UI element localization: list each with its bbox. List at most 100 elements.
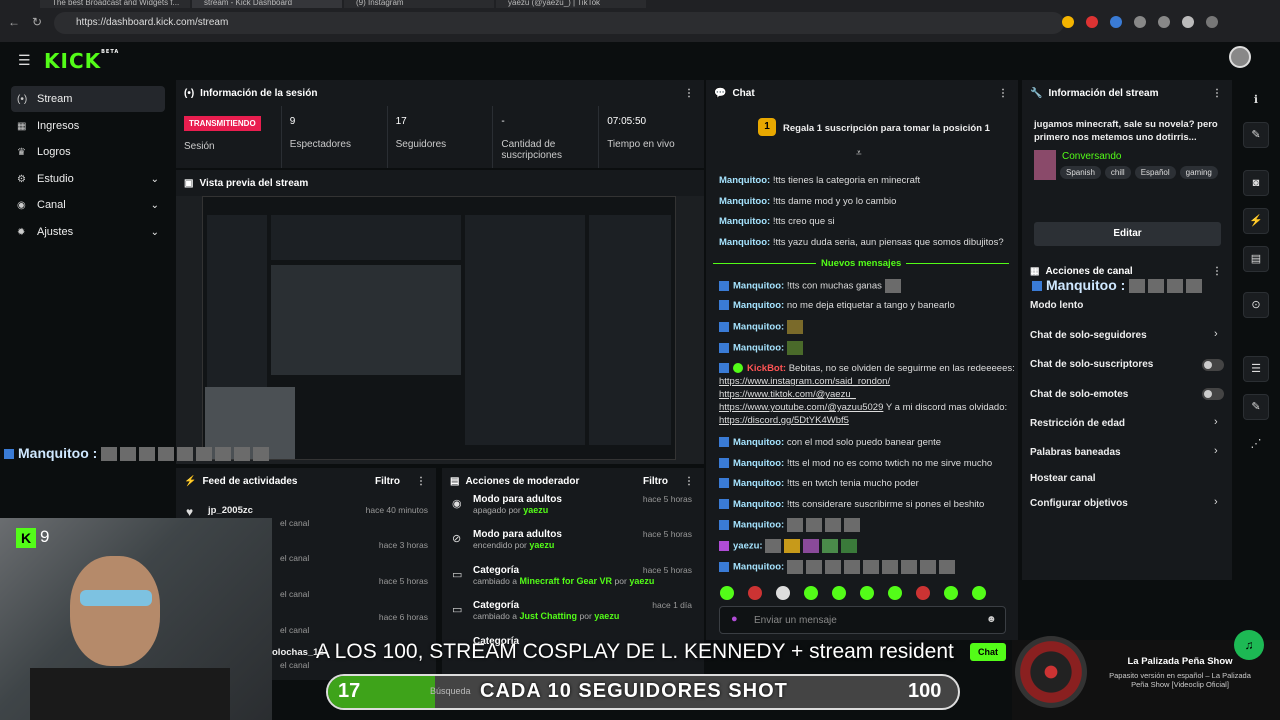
emoji-icon[interactable]: ☻ — [986, 614, 997, 625]
chat-username[interactable]: Manquitoo: — [719, 237, 770, 248]
chat-username[interactable]: Manquitoo: — [733, 437, 784, 448]
emote-picker-icon[interactable] — [944, 586, 958, 600]
chat-username[interactable]: Manquitoo: — [733, 458, 784, 469]
mod-action-user[interactable]: yaezu — [629, 576, 654, 586]
send-chat-button[interactable]: Chat — [970, 643, 1006, 661]
chevron-right-icon[interactable]: › — [1214, 328, 1218, 340]
sidebar-item-canal[interactable]: ◉ Canal ⌄ — [11, 192, 165, 218]
chat-link[interactable]: https://discord.gg/5DtYK4Wbf5 — [719, 415, 849, 426]
extension-icon[interactable] — [1062, 16, 1074, 28]
action-age-restriction[interactable]: Restricción de edad — [1030, 418, 1125, 429]
adblock-icon[interactable] — [1086, 16, 1098, 28]
mod-action-user[interactable]: yaezu — [594, 611, 619, 621]
emote-picker-icon[interactable] — [748, 586, 762, 600]
sidebar-item-estudio[interactable]: ⚙ Estudio ⌄ — [11, 166, 165, 192]
info-icon[interactable]: ℹ — [1243, 88, 1269, 114]
more-icon[interactable]: ⋮ — [684, 476, 694, 487]
chat-username[interactable]: Manquitoo: — [719, 216, 770, 227]
profile-icon[interactable] — [1182, 16, 1194, 28]
wrench-icon[interactable]: ✎ — [1243, 394, 1269, 420]
lightning-icon[interactable]: ⚡ — [1243, 208, 1269, 234]
more-icon[interactable]: ⋮ — [1212, 266, 1222, 277]
user-avatar[interactable] — [1229, 46, 1251, 68]
action-emotes-only[interactable]: Chat de solo-emotes — [1030, 389, 1128, 400]
emote-picker-icon[interactable] — [776, 586, 790, 600]
hamburger-icon[interactable]: ☰ — [18, 52, 31, 69]
camera-icon[interactable]: ◙ — [1243, 170, 1269, 196]
reload-icon[interactable]: ↻ — [32, 15, 42, 29]
gift-sub-banner[interactable]: Regala 1 suscripción para tomar la posic… — [783, 123, 990, 134]
emote-picker-icon[interactable] — [888, 586, 902, 600]
scroll-down-icon[interactable]: ⩡ — [856, 148, 862, 159]
mod-action-user[interactable]: yaezu — [523, 505, 548, 515]
category-name[interactable]: Conversando — [1062, 151, 1121, 162]
chat-link[interactable]: https://www.youtube.com/@yazuu5029 — [719, 402, 883, 413]
mod-action-value[interactable]: Just Chatting — [519, 611, 577, 621]
browser-tab-active[interactable]: stream - Kick Dashboard — [192, 0, 342, 8]
emote-picker-icon[interactable] — [860, 586, 874, 600]
chat-username[interactable]: Manquitoo: — [733, 478, 784, 489]
chat-username-bot[interactable]: KickBot: — [747, 363, 786, 374]
action-banned-words[interactable]: Palabras baneadas — [1030, 447, 1121, 458]
chevron-right-icon[interactable]: › — [1214, 416, 1218, 428]
extension-icon[interactable] — [1134, 16, 1146, 28]
chat-username[interactable]: Manquitoo: — [719, 175, 770, 186]
emote-picker-icon[interactable] — [832, 586, 846, 600]
emote-picker-icon[interactable] — [972, 586, 986, 600]
stream-preview[interactable] — [176, 196, 704, 464]
chat-username[interactable]: yaezu: — [733, 541, 763, 552]
chat-username[interactable]: Manquitoo: — [719, 196, 770, 207]
chat-input[interactable]: Enviar un mensaje — [719, 606, 1006, 634]
emotes-only-toggle[interactable] — [1202, 388, 1224, 400]
more-icon[interactable]: ⋮ — [684, 88, 694, 99]
chat-link[interactable]: https://www.instagram.com/said_rondon/ — [719, 376, 890, 387]
browser-tab[interactable]: The best Broadcast and Widgets f... — [40, 0, 190, 8]
edit-stream-button[interactable]: Editar — [1034, 222, 1221, 246]
broadcast-icon[interactable]: ⊙ — [1243, 292, 1269, 318]
action-subscribers-only[interactable]: Chat de solo-suscriptores — [1030, 359, 1153, 370]
pencil-icon[interactable]: ✎ — [1243, 122, 1269, 148]
emote-picker-icon[interactable] — [804, 586, 818, 600]
chat-username[interactable]: Manquitoo: — [733, 322, 784, 333]
feed-filter-button[interactable]: Filtro — [375, 476, 400, 487]
action-host-channel[interactable]: Hostear canal — [1030, 473, 1096, 484]
chat-username[interactable]: Manquitoo: — [733, 300, 784, 311]
subscribers-only-toggle[interactable] — [1202, 359, 1224, 371]
sidebar-item-stream[interactable]: (•) Stream — [11, 86, 165, 112]
kick-logo[interactable]: KICKBETA — [44, 49, 119, 73]
share-icon[interactable]: ⋰ — [1243, 432, 1269, 458]
favorites-icon[interactable] — [1158, 16, 1170, 28]
sidebar-item-ajustes[interactable]: ✹ Ajustes ⌄ — [11, 219, 165, 245]
action-configure-goals[interactable]: Configurar objetivos — [1030, 498, 1128, 509]
back-icon[interactable]: ← — [8, 15, 20, 29]
action-slow-mode[interactable]: Modo lento — [1030, 300, 1083, 311]
chat-text: !tts con muchas ganas — [786, 280, 882, 292]
chevron-right-icon[interactable]: › — [1214, 496, 1218, 508]
extension-icon[interactable] — [1110, 16, 1122, 28]
mod-filter-button[interactable]: Filtro — [643, 476, 668, 487]
feed-user[interactable]: jp_2005zc — [208, 505, 253, 516]
browser-tab[interactable]: yaezu (@yaezu_) | TikTok — [496, 0, 646, 8]
more-icon[interactable]: ⋮ — [998, 88, 1008, 99]
more-icon[interactable]: ⋮ — [416, 476, 426, 487]
document-icon[interactable]: ▤ — [1243, 246, 1269, 272]
chat-username[interactable]: Manquitoo: — [733, 343, 784, 354]
address-bar[interactable]: https://dashboard.kick.com/stream — [54, 12, 1064, 34]
sidebar-item-ingresos[interactable]: ▦ Ingresos — [11, 113, 165, 139]
chat-username[interactable]: Manquitoo: — [733, 281, 784, 292]
browser-tab[interactable]: (9) Instagram — [344, 0, 494, 8]
emote-picker-icon[interactable] — [720, 586, 734, 600]
emote-picker-icon[interactable] — [916, 586, 930, 600]
menu-icon[interactable] — [1206, 16, 1218, 28]
chat-link[interactable]: https://www.tiktok.com/@yaezu_ — [719, 389, 856, 400]
sidebar-item-logros[interactable]: ♛ Logros — [11, 139, 165, 165]
server-icon[interactable]: ☰ — [1243, 356, 1269, 382]
mod-action-value[interactable]: Minecraft for Gear VR — [519, 576, 612, 586]
mod-action-user[interactable]: yaezu — [529, 540, 554, 550]
chat-username[interactable]: Manquitoo: — [733, 499, 784, 510]
chat-username[interactable]: Manquitoo: — [733, 562, 784, 573]
chevron-right-icon[interactable]: › — [1214, 445, 1218, 457]
more-icon[interactable]: ⋮ — [1212, 88, 1222, 99]
chat-username[interactable]: Manquitoo: — [733, 520, 784, 531]
action-followers-only[interactable]: Chat de solo-seguidores — [1030, 330, 1147, 341]
